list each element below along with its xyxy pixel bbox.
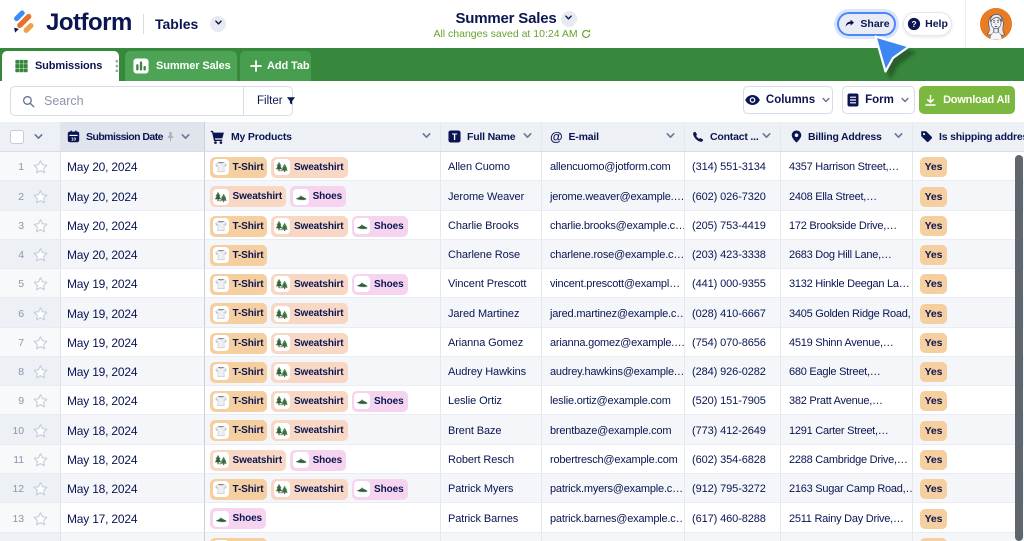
svg-text:10: 10 [71,137,76,142]
svg-text:T: T [452,132,458,142]
